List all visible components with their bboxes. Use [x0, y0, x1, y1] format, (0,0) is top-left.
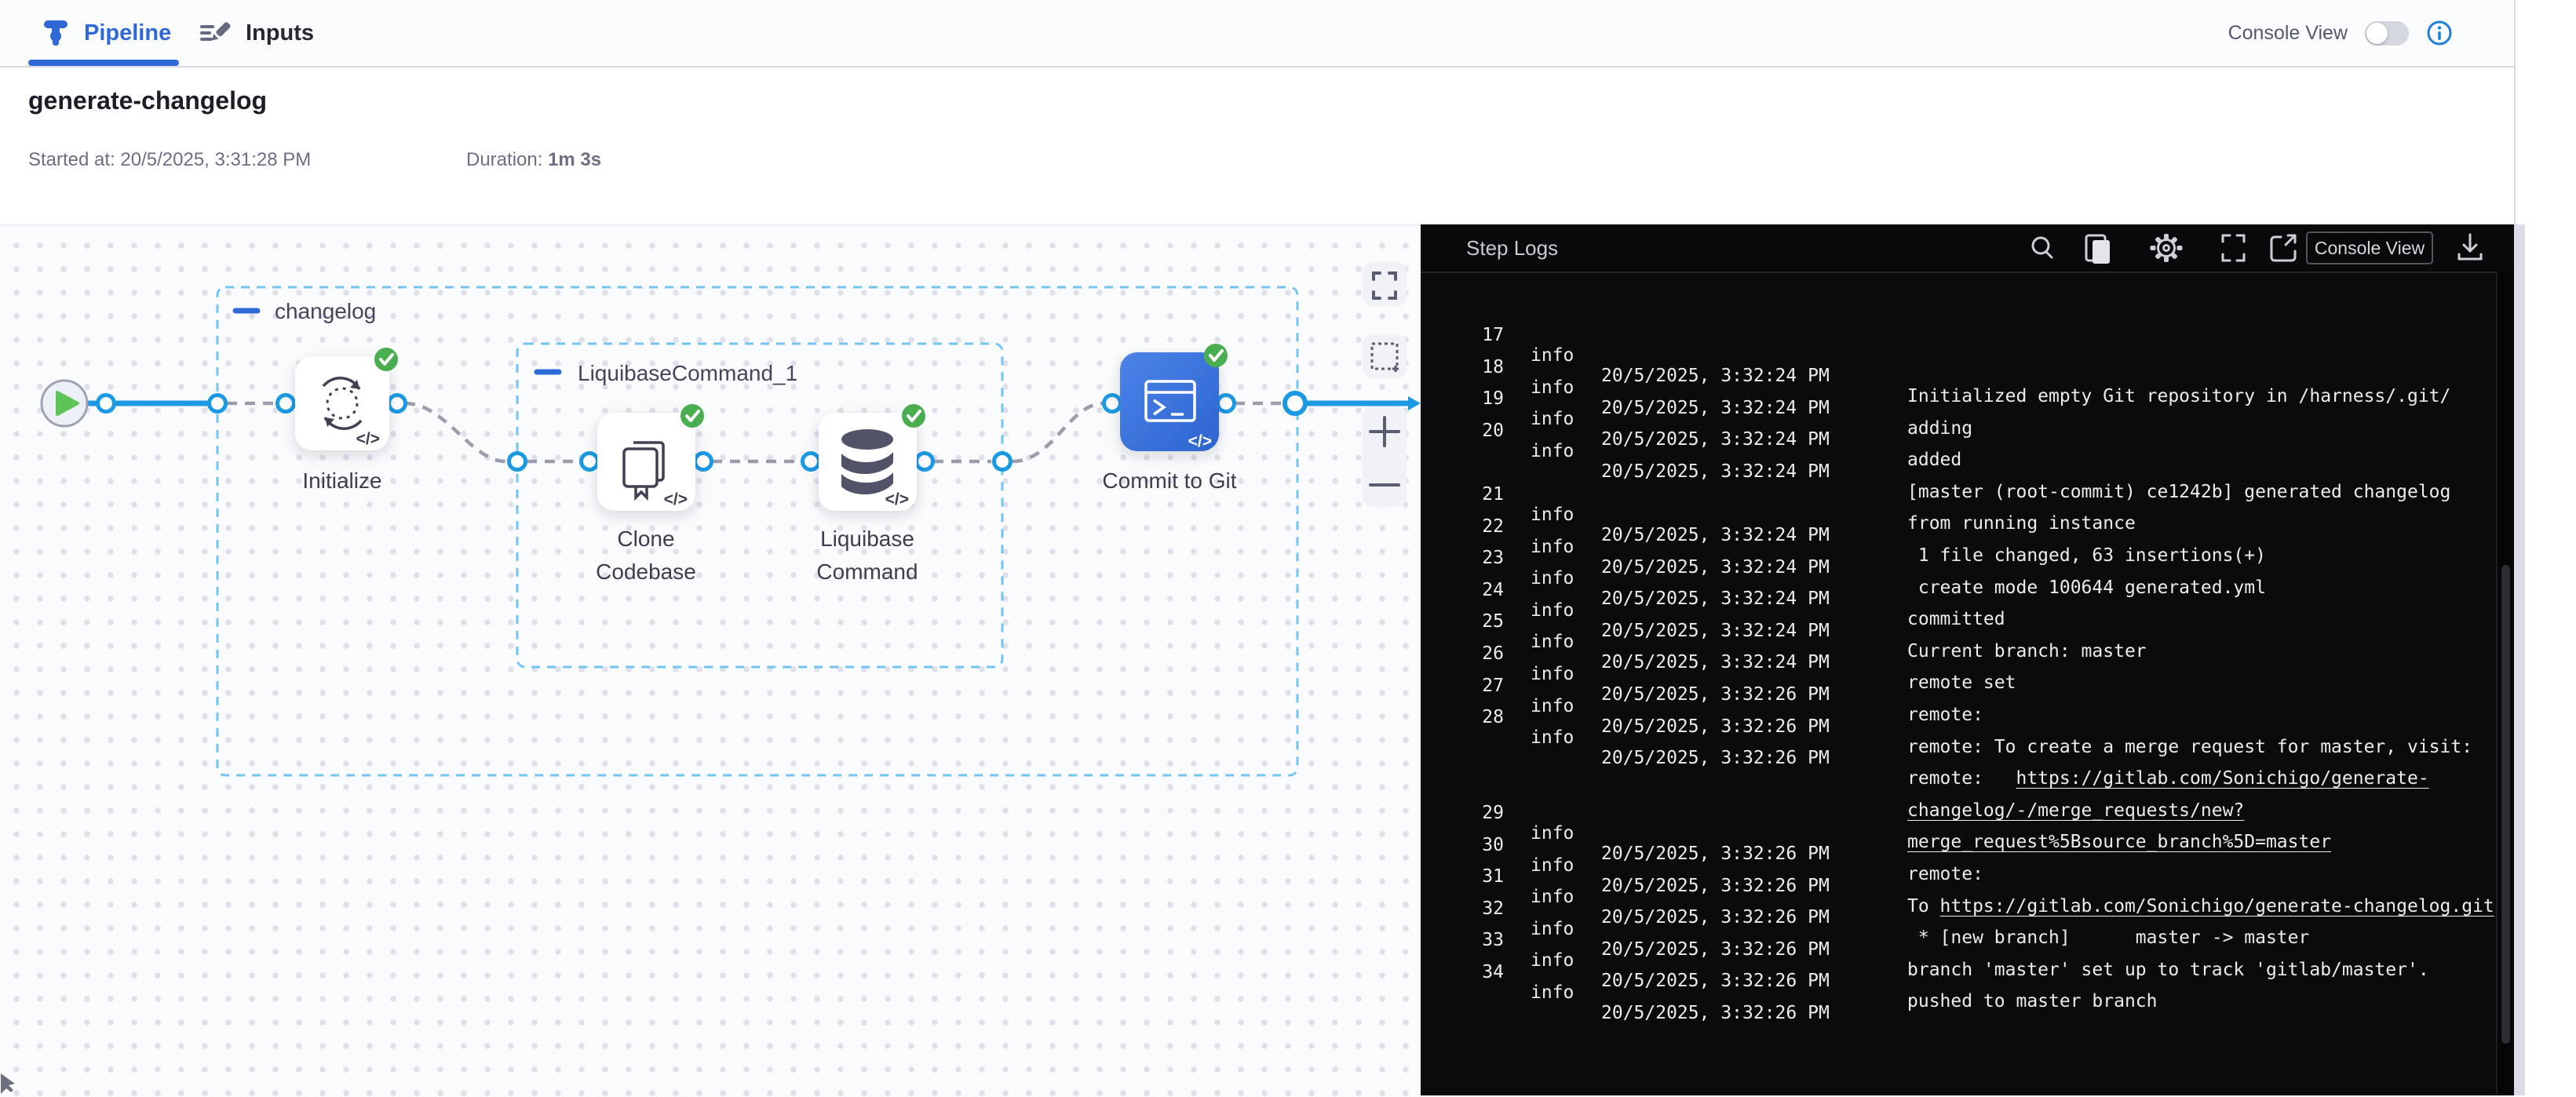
code-glyph: </> — [885, 490, 909, 508]
code-glyph: </> — [356, 430, 380, 448]
copy-icon[interactable] — [2086, 235, 2110, 264]
marquee-select-button[interactable] — [1363, 334, 1407, 378]
log-message: pushed to master branch — [1907, 991, 2504, 1011]
fit-view-button[interactable] — [1363, 262, 1407, 306]
stage-label[interactable]: changelog — [275, 299, 376, 323]
top-tab-bar: Pipeline Inputs Console View — [0, 0, 2514, 67]
started-label: Started at: — [28, 149, 115, 170]
search-icon[interactable] — [2033, 238, 2052, 257]
log-line: merge_request%5Bsource_branch%5D=master — [1421, 750, 2515, 782]
toggle-knob — [2366, 23, 2388, 44]
canvas-controls — [1363, 262, 1407, 507]
log-line: 25 info 20/5/2025, 3:32:24 PM remote set — [1421, 591, 2515, 623]
log-line: 26 info 20/5/2025, 3:32:26 PM remote: — [1421, 623, 2515, 655]
pipeline-canvas[interactable]: changelog LiquibaseCommand_1 — [0, 224, 1421, 1097]
code-glyph: </> — [1188, 432, 1212, 450]
success-badge — [1204, 344, 1228, 367]
success-badge — [902, 404, 925, 428]
pipeline-name: generate-changelog — [28, 86, 267, 115]
inputs-icon — [200, 17, 232, 49]
fullscreen-icon[interactable] — [2223, 235, 2244, 261]
log-line: 19 info 20/5/2025, 3:32:24 PM added — [1421, 368, 2515, 400]
success-badge — [680, 404, 704, 428]
log-timestamp: 20/5/2025, 3:32:26 PM — [1601, 971, 1830, 991]
node-commit-to-git[interactable]: </> Commit to Git — [1102, 344, 1236, 493]
node-label-line1[interactable]: Clone — [617, 527, 674, 551]
run-header: generate-changelog Started at: 20/5/2025… — [0, 67, 2514, 224]
pipeline-icon — [43, 16, 70, 50]
log-rows[interactable]: 17 info 20/5/2025, 3:32:24 PM Initialize… — [1421, 272, 2515, 1095]
node-clone-codebase[interactable]: </> Clone Codebase — [596, 404, 704, 584]
node-label[interactable]: Commit to Git — [1102, 468, 1236, 493]
code-glyph: </> — [664, 490, 688, 508]
log-line-number: 34 — [1452, 962, 1504, 982]
log-line: 34 info 20/5/2025, 3:32:26 PM — [1421, 942, 2515, 974]
log-line: changelog/-/merge_requests/new? — [1421, 719, 2515, 751]
log-line: from running instance — [1421, 432, 2515, 464]
start-node[interactable] — [42, 381, 87, 426]
duration-label: Duration: — [466, 149, 542, 170]
log-line: 33 info 20/5/2025, 3:32:26 PM pushed to … — [1421, 909, 2515, 942]
settings-gear-icon[interactable] — [2151, 234, 2183, 262]
success-badge — [374, 348, 398, 371]
log-line: 30 info 20/5/2025, 3:32:26 PM To https:/… — [1421, 815, 2515, 847]
log-line: 31 info 20/5/2025, 3:32:26 PM * [new bra… — [1421, 846, 2515, 878]
mouse-cursor — [0, 1073, 16, 1095]
log-level: info — [1531, 982, 1574, 1003]
tab-pipeline[interactable]: Pipeline — [43, 0, 171, 66]
started-at: Started at: 20/5/2025, 3:31:28 PM — [28, 149, 311, 171]
console-view-toggle[interactable] — [2365, 21, 2409, 46]
step-logs-panel: Step Logs — [1421, 224, 2515, 1095]
tab-inputs[interactable]: Inputs — [200, 0, 314, 66]
console-view-button[interactable]: Console View — [2306, 231, 2433, 264]
log-line: 32 info 20/5/2025, 3:32:26 PM branch 'ma… — [1421, 878, 2515, 910]
log-line: 17 info 20/5/2025, 3:32:24 PM Initialize… — [1421, 304, 2515, 337]
log-line: 28 info 20/5/2025, 3:32:26 PM remote: ht… — [1421, 687, 2515, 719]
group-label[interactable]: LiquibaseCommand_1 — [578, 361, 797, 385]
tab-inputs-label: Inputs — [246, 20, 314, 46]
screen: Pipeline Inputs Console View — [0, 0, 2576, 1095]
log-scrollbar-thumb[interactable] — [2501, 565, 2510, 1044]
node-label[interactable]: Initialize — [302, 468, 381, 493]
node-label-line1[interactable]: Liquibase — [820, 527, 914, 551]
open-in-new-icon[interactable] — [2271, 235, 2295, 261]
log-line: 21 info 20/5/2025, 3:32:24 PM 1 file cha… — [1421, 464, 2515, 496]
log-line: 22 info 20/5/2025, 3:32:24 PM create mod… — [1421, 496, 2515, 528]
tab-pipeline-label: Pipeline — [84, 20, 171, 46]
active-tab-underline — [28, 60, 179, 66]
download-icon[interactable] — [2459, 235, 2481, 259]
node-label-line2[interactable]: Codebase — [596, 559, 696, 584]
main-content: Pipeline Inputs Console View — [0, 0, 2516, 1095]
started-value: 20/5/2025, 3:31:28 PM — [120, 149, 311, 170]
node-liquibase-command[interactable]: </> Liquibase Command — [816, 404, 925, 584]
log-line: 24 info 20/5/2025, 3:32:24 PM Current br… — [1421, 559, 2515, 592]
log-line: 29 info 20/5/2025, 3:32:26 PM remote: — [1421, 782, 2515, 815]
step-logs-header: Step Logs — [1421, 224, 2515, 273]
duration-value: 1m 3s — [548, 149, 601, 170]
log-timestamp: 20/5/2025, 3:32:26 PM — [1601, 1003, 1830, 1023]
duration: Duration: 1m 3s — [466, 149, 601, 171]
node-initialize[interactable]: </> Initialize — [295, 348, 398, 493]
node-label-line2[interactable]: Command — [816, 559, 918, 584]
group-liquibasecommand-container[interactable] — [517, 344, 1002, 667]
console-view-control: Console View — [2228, 0, 2453, 66]
page-scrollbar-strip[interactable] — [2514, 224, 2525, 1095]
log-line: 23 info 20/5/2025, 3:32:24 PM committed — [1421, 527, 2515, 559]
console-view-label: Console View — [2228, 22, 2348, 45]
log-line: 27 info 20/5/2025, 3:32:26 PM remote: To… — [1421, 655, 2515, 687]
info-icon[interactable] — [2426, 20, 2453, 46]
log-line: 18 info 20/5/2025, 3:32:24 PM adding — [1421, 337, 2515, 369]
log-line: 20 info 20/5/2025, 3:32:24 PM [master (r… — [1421, 400, 2515, 432]
